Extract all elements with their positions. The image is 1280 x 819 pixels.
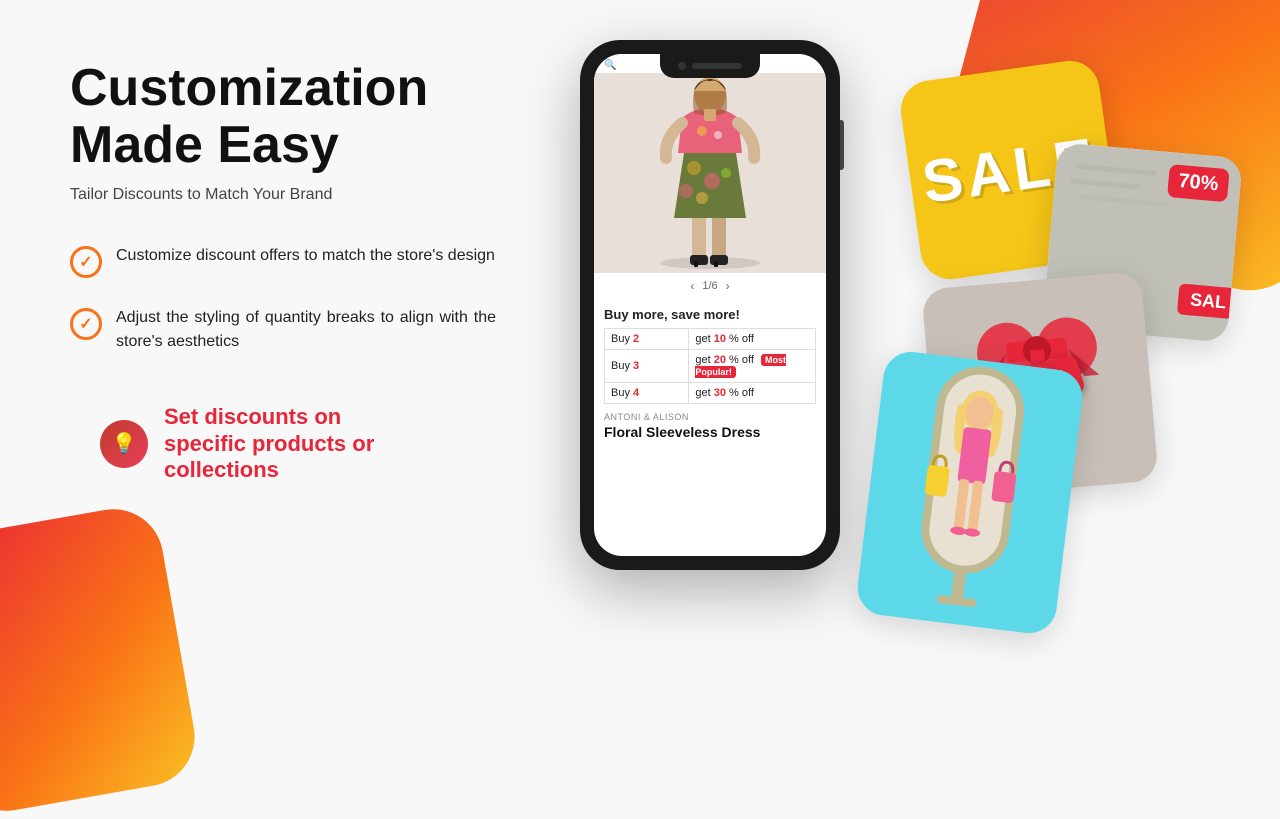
product-name: Floral Sleeveless Dress <box>594 424 826 446</box>
prev-arrow[interactable]: ‹ <box>690 279 694 293</box>
image-counter: 1/6 <box>702 280 717 292</box>
image-navigation: ‹ 1/6 › <box>594 273 826 299</box>
shopping-girl-svg <box>855 349 1086 636</box>
page-title: Customization Made Easy <box>70 60 560 174</box>
pct-3: 30 <box>714 387 726 399</box>
check-icon-1 <box>70 246 102 278</box>
badge-sal: SAL <box>1177 283 1239 319</box>
off-cell-1: get 10 % off <box>689 329 816 350</box>
discount-table: Buy 2 get 10 % off Buy 3 <box>604 328 816 404</box>
badge-70-percent: 70% <box>1167 164 1230 202</box>
dress-figure <box>594 73 826 273</box>
buy-num-2: 3 <box>633 360 639 372</box>
check-icon-2 <box>70 308 102 340</box>
buy-num-1: 2 <box>633 333 639 345</box>
zoom-icon[interactable]: 🔍 <box>604 60 616 71</box>
buy-num-3: 4 <box>633 387 639 399</box>
pct-2: 20 <box>714 354 726 366</box>
phone-wrapper: 🔍 <box>580 40 840 570</box>
buy-more-section: Buy more, save more! Buy 2 get 10 % off <box>594 299 826 408</box>
off-cell-3: get 30 % off <box>689 383 816 404</box>
popular-badge: Most Popular! <box>695 354 786 378</box>
feature-text-1: Customize discount offers to match the s… <box>116 244 495 268</box>
phone-frame: 🔍 <box>580 40 840 570</box>
phone-screen: 🔍 <box>594 54 826 556</box>
buy-cell-3: Buy 4 <box>605 383 689 404</box>
highlight-text: Set discounts on specific products or co… <box>164 404 424 483</box>
product-image <box>594 73 826 273</box>
feature-list: Customize discount offers to match the s… <box>70 244 560 354</box>
next-arrow[interactable]: › <box>726 279 730 293</box>
highlight-section: Set discounts on specific products or co… <box>100 404 560 483</box>
speaker-bar <box>692 63 742 69</box>
feature-text-2: Adjust the styling of quantity breaks to… <box>116 306 496 354</box>
phone-side-button <box>840 120 844 170</box>
page-subtitle: Tailor Discounts to Match Your Brand <box>70 186 560 204</box>
sale-card-girl <box>855 349 1086 636</box>
buy-more-title: Buy more, save more! <box>604 307 816 322</box>
off-cell-2: get 20 % off Most Popular! <box>689 350 816 383</box>
product-brand: ANTONI & ALISON <box>594 408 826 424</box>
buy-cell-1: Buy 2 <box>605 329 689 350</box>
table-row: Buy 3 get 20 % off Most Popular! <box>605 350 816 383</box>
buy-cell-2: Buy 3 <box>605 350 689 383</box>
table-row: Buy 2 get 10 % off <box>605 329 816 350</box>
phone-mockup-container: 🔍 <box>560 40 860 570</box>
left-column: Customization Made Easy Tailor Discounts… <box>70 50 560 484</box>
sale-cards-collage: SALE 70% SAL <box>880 50 1220 650</box>
feature-item-2: Adjust the styling of quantity breaks to… <box>70 306 560 354</box>
phone-notch <box>660 54 760 78</box>
feature-item-1: Customize discount offers to match the s… <box>70 244 560 278</box>
bulb-icon <box>100 420 148 468</box>
table-row: Buy 4 get 30 % off <box>605 383 816 404</box>
camera-dot <box>678 62 686 70</box>
pct-1: 10 <box>714 333 726 345</box>
